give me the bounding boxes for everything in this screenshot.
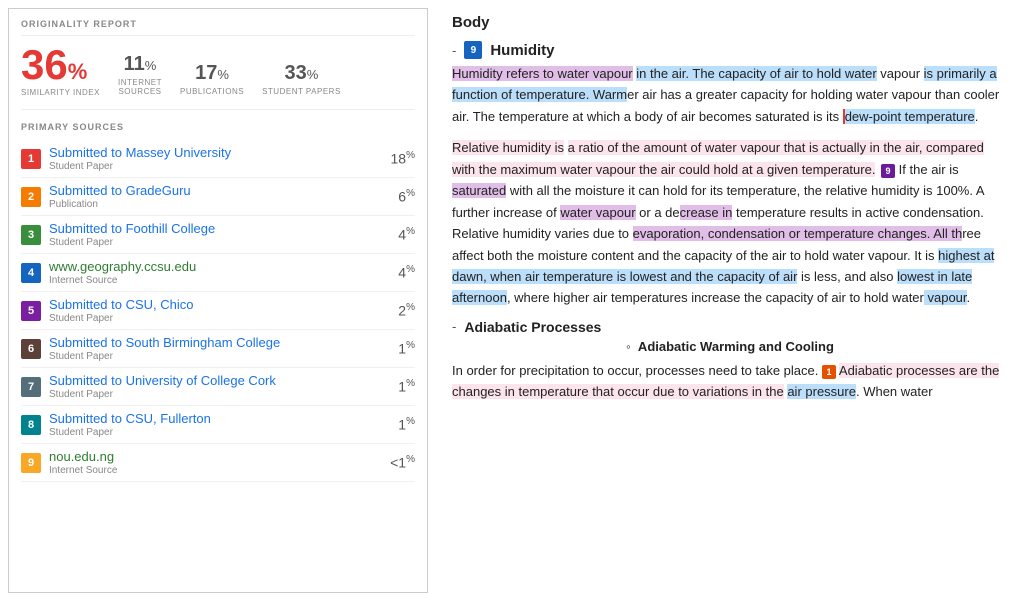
primary-sources-header: PRIMARY SOURCES — [21, 122, 415, 132]
hl-in-the-air: in the air. The capacity of air to hold … — [636, 66, 876, 81]
source-title-6[interactable]: Submitted to South Birmingham College — [49, 335, 377, 350]
source-info-6: Submitted to South Birmingham College St… — [49, 335, 377, 362]
source-title-5[interactable]: Submitted to CSU, Chico — [49, 297, 377, 312]
source-badge-9: 9 — [21, 453, 41, 473]
source-badge-7: 7 — [21, 377, 41, 397]
source-item-5[interactable]: 5 Submitted to CSU, Chico Student Paper … — [21, 292, 415, 330]
source-type-7: Student Paper — [49, 389, 377, 400]
source-title-7[interactable]: Submitted to University of College Cork — [49, 373, 377, 388]
source-pct-7: 1% — [377, 378, 415, 395]
source-type-2: Publication — [49, 199, 377, 210]
source-title-8[interactable]: Submitted to CSU, Fullerton — [49, 411, 377, 426]
dash-icon-2: - — [452, 319, 456, 334]
stats-row: 36% SIMILARITY INDEX 11% INTERNETSOURCES… — [21, 44, 415, 110]
hl-humidity-refers: Humidity refers to water vapour — [452, 66, 633, 81]
source-pct-5: 2% — [377, 302, 415, 319]
humidity-para-1: Humidity refers to water vapour in the a… — [452, 63, 1008, 127]
adiabatic-section-header: - Adiabatic Processes — [452, 319, 1008, 335]
body-label: Body — [452, 14, 1008, 31]
hl-adiabatic-processes: Adiabatic processes are the changes in t… — [452, 363, 999, 399]
source-pct-1: 18% — [377, 150, 415, 167]
source-type-6: Student Paper — [49, 351, 377, 362]
source-type-9: Internet Source — [49, 465, 377, 476]
source-info-3: Submitted to Foothill College Student Pa… — [49, 221, 377, 248]
source-badge-2: 2 — [21, 187, 41, 207]
source-type-8: Student Paper — [49, 427, 377, 438]
main-stat: 36% SIMILARITY INDEX — [21, 44, 100, 97]
source-item-3[interactable]: 3 Submitted to Foothill College Student … — [21, 216, 415, 254]
pub-label: PUBLICATIONS — [180, 87, 244, 97]
source-type-3: Student Paper — [49, 237, 377, 248]
source-pct-2: 6% — [377, 188, 415, 205]
source-badge-1: 1 — [21, 149, 41, 169]
hl-relative-humidity-is: Relative humidity is — [452, 140, 564, 155]
internet-number: 11 — [124, 53, 145, 75]
source-info-2: Submitted to GradeGuru Publication — [49, 183, 377, 210]
source-pct-6: 1% — [377, 340, 415, 357]
source-info-1: Submitted to Massey University Student P… — [49, 145, 377, 172]
source-info-8: Submitted to CSU, Fullerton Student Pape… — [49, 411, 377, 438]
main-stat-label: SIMILARITY INDEX — [21, 88, 100, 97]
source-item-1[interactable]: 1 Submitted to Massey University Student… — [21, 140, 415, 178]
source-title-2[interactable]: Submitted to GradeGuru — [49, 183, 377, 198]
source-item-9[interactable]: 9 nou.edu.ng Internet Source <1% — [21, 444, 415, 482]
main-stat-number: 36 — [21, 41, 68, 88]
adiabatic-title: Adiabatic Processes — [464, 319, 601, 335]
source-info-5: Submitted to CSU, Chico Student Paper — [49, 297, 377, 324]
humidity-para-2: Relative humidity is a ratio of the amou… — [452, 137, 1008, 309]
main-stat-pct: % — [68, 59, 88, 84]
humidity-section-header: - 9 Humidity — [452, 41, 1008, 59]
hl-crease-in: crease in — [680, 205, 733, 220]
humidity-badge: 9 — [464, 41, 482, 59]
source-title-1[interactable]: Submitted to Massey University — [49, 145, 377, 160]
source-item-2[interactable]: 2 Submitted to GradeGuru Publication 6% — [21, 178, 415, 216]
source-badge-8: 8 — [21, 415, 41, 435]
source-item-8[interactable]: 8 Submitted to CSU, Fullerton Student Pa… — [21, 406, 415, 444]
sp-number: 33 — [285, 62, 307, 84]
source-pct-4: 4% — [377, 264, 415, 281]
humidity-title: Humidity — [490, 42, 554, 59]
source-badge-4: 4 — [21, 263, 41, 283]
hl-air-pressure: air pressure — [787, 384, 856, 399]
adiabatic-warming-title: ◦ Adiabatic Warming and Cooling — [452, 339, 1008, 354]
source-item-7[interactable]: 7 Submitted to University of College Cor… — [21, 368, 415, 406]
source-item-6[interactable]: 6 Submitted to South Birmingham College … — [21, 330, 415, 368]
pub-number: 17 — [195, 62, 217, 84]
student-papers-stat: 33% STUDENT PAPERS — [262, 62, 341, 97]
source-info-9: nou.edu.ng Internet Source — [49, 449, 377, 476]
hl-water-vapour: water vapour — [560, 205, 635, 220]
source-pct-3: 4% — [377, 226, 415, 243]
source-pct-9: <1% — [377, 454, 415, 471]
hl-dew-point: dew-point temperature — [843, 109, 975, 124]
internet-label: INTERNETSOURCES — [118, 78, 162, 97]
source-badge-6: 6 — [21, 339, 41, 359]
sp-label: STUDENT PAPERS — [262, 87, 341, 97]
right-panel: Body - 9 Humidity Humidity refers to wat… — [436, 0, 1024, 604]
source-type-5: Student Paper — [49, 313, 377, 324]
source-item-4[interactable]: 4 www.geography.ccsu.edu Internet Source… — [21, 254, 415, 292]
publications-stat: 17% PUBLICATIONS — [180, 62, 244, 97]
source-info-7: Submitted to University of College Cork … — [49, 373, 377, 400]
originality-header: ORIGINALITY REPORT — [21, 19, 415, 36]
adiabatic-para: In order for precipitation to occur, pro… — [452, 360, 1008, 403]
badge-1-inline: 1 — [822, 365, 836, 379]
left-panel: ORIGINALITY REPORT 36% SIMILARITY INDEX … — [8, 8, 428, 593]
source-title-4[interactable]: www.geography.ccsu.edu — [49, 259, 377, 274]
source-type-4: Internet Source — [49, 275, 377, 286]
dash-icon: - — [452, 43, 456, 58]
source-info-4: www.geography.ccsu.edu Internet Source — [49, 259, 377, 286]
source-type-1: Student Paper — [49, 161, 377, 172]
source-title-3[interactable]: Submitted to Foothill College — [49, 221, 377, 236]
badge-9-inline: 9 — [881, 164, 895, 178]
internet-sources-stat: 11% INTERNETSOURCES — [118, 53, 162, 97]
hl-evaporation: evaporation, condensation or temperature… — [633, 226, 963, 241]
source-badge-3: 3 — [21, 225, 41, 245]
source-badge-5: 5 — [21, 301, 41, 321]
hl-saturated: saturated — [452, 183, 506, 198]
source-pct-8: 1% — [377, 416, 415, 433]
hl-vapour2: vapour — [924, 290, 967, 305]
source-title-9[interactable]: nou.edu.ng — [49, 449, 377, 464]
